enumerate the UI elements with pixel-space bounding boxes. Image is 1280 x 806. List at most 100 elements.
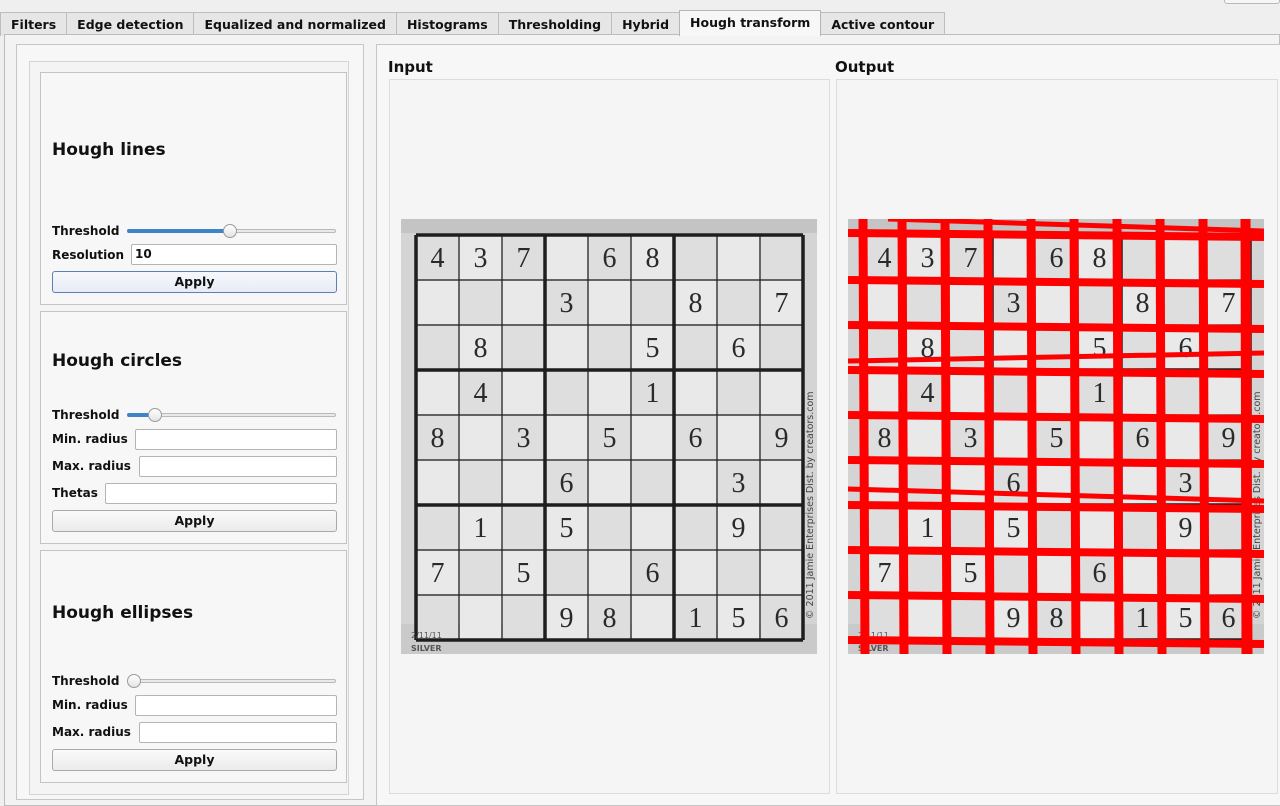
sudoku-cell xyxy=(718,281,759,324)
sudoku-digit: 8 xyxy=(474,333,488,364)
hough-detected-horizontal-line xyxy=(848,229,1264,241)
hough-lines-resolution-input[interactable]: 10 xyxy=(131,244,337,265)
hough-ellipses-threshold-label: Threshold xyxy=(52,674,120,688)
hough-lines-threshold-slider[interactable] xyxy=(127,224,336,238)
sudoku-digit: 7 xyxy=(878,558,892,589)
sudoku-digit: 7 xyxy=(964,243,978,274)
tab-hybrid[interactable]: Hybrid xyxy=(611,12,681,36)
sudoku-digit: 5 xyxy=(560,513,574,544)
sudoku-cell xyxy=(1165,551,1206,594)
hough-transform-panel: Hough lines Threshold Resolution 10 Appl… xyxy=(4,34,1280,806)
hough-ellipses-max-radius-input[interactable] xyxy=(139,722,337,743)
sudoku-cell xyxy=(761,236,802,279)
sudoku-digit: 9 xyxy=(1222,423,1236,454)
sudoku-cell xyxy=(546,326,587,369)
tab-filters[interactable]: Filters xyxy=(0,12,68,36)
tab-edge-detection[interactable]: Edge detection xyxy=(66,12,195,36)
controls-scroll-area: Hough lines Threshold Resolution 10 Appl… xyxy=(29,61,349,795)
sudoku-digit: 6 xyxy=(1093,558,1107,589)
sudoku-digit: 8 xyxy=(689,288,703,319)
sudoku-cell xyxy=(546,371,587,414)
hough-detected-horizontal-line xyxy=(848,456,1264,468)
sudoku-digit: 9 xyxy=(560,603,574,634)
hough-circles-max-radius-label: Max. radius xyxy=(52,459,131,473)
sudoku-digit: 5 xyxy=(732,603,746,634)
slider-handle[interactable] xyxy=(127,674,141,688)
sudoku-digit: 7 xyxy=(431,558,445,589)
hough-lines-resolution-label: Resolution xyxy=(52,248,125,262)
sudoku-digit: 8 xyxy=(1136,288,1150,319)
hough-ellipses-min-radius-label: Min. radius xyxy=(52,698,128,712)
sudoku-digit: 4 xyxy=(474,378,488,409)
input-view-label: Input xyxy=(388,58,433,76)
sudoku-cell xyxy=(632,461,673,504)
sudoku-cell xyxy=(675,371,716,414)
hough-lines-apply-button[interactable]: Apply xyxy=(52,271,337,293)
hough-ellipses-threshold-slider[interactable] xyxy=(127,674,336,688)
sudoku-digit: 8 xyxy=(646,243,660,274)
sudoku-digit: 7 xyxy=(775,288,789,319)
sudoku-cell xyxy=(503,281,544,324)
sudoku-cell xyxy=(589,461,630,504)
sudoku-digit: 7 xyxy=(517,243,531,274)
sudoku-cell xyxy=(718,236,759,279)
output-image: 4376838785641835696315975698156© 2011 Ja… xyxy=(848,219,1264,654)
tab-histograms[interactable]: Histograms xyxy=(395,12,499,36)
sudoku-cell xyxy=(761,371,802,414)
tab-active-contour[interactable]: Active contour xyxy=(820,12,946,36)
hough-lines-group: Hough lines Threshold Resolution 10 Appl… xyxy=(40,72,347,305)
tab-thresholding[interactable]: Thresholding xyxy=(497,12,613,36)
sudoku-digit: 3 xyxy=(921,243,935,274)
hough-detected-horizontal-line xyxy=(848,366,1264,378)
sudoku-digit: 4 xyxy=(431,243,445,274)
sudoku-cell xyxy=(460,461,501,504)
sudoku-digit: 5 xyxy=(964,558,978,589)
sudoku-digit: 5 xyxy=(1093,333,1107,364)
sudoku-cell xyxy=(417,326,458,369)
sudoku-cell xyxy=(589,281,630,324)
hough-circles-threshold-slider[interactable] xyxy=(127,408,336,422)
sudoku-digit: 1 xyxy=(689,603,703,634)
hough-circles-apply-button[interactable]: Apply xyxy=(52,510,337,532)
hough-circles-thetas-input[interactable] xyxy=(105,483,337,504)
sudoku-cell xyxy=(761,326,802,369)
sudoku-digit: 5 xyxy=(1050,423,1064,454)
hough-circles-min-radius-input[interactable] xyxy=(135,429,337,450)
sudoku-cell xyxy=(632,596,673,639)
sudoku-digit: 6 xyxy=(1222,603,1236,634)
sudoku-cell xyxy=(589,551,630,594)
hough-detected-horizontal-line xyxy=(848,546,1264,558)
tab-equalized-and-normalized[interactable]: Equalized and normalized xyxy=(193,12,397,36)
sudoku-digit: 6 xyxy=(775,603,789,634)
sudoku-digit: 6 xyxy=(1136,423,1150,454)
sudoku-cell xyxy=(1079,596,1120,639)
hough-detected-horizontal-line xyxy=(848,591,1264,603)
tab-hough-transform[interactable]: Hough transform xyxy=(679,10,822,36)
slider-handle[interactable] xyxy=(148,408,163,422)
sudoku-digit: 9 xyxy=(1007,603,1021,634)
sudoku-digit: 3 xyxy=(560,288,574,319)
sudoku-digit: 5 xyxy=(603,423,617,454)
hough-lines-threshold-label: Threshold xyxy=(52,224,120,238)
slider-handle[interactable] xyxy=(222,224,237,238)
sudoku-digit: 9 xyxy=(732,513,746,544)
sudoku-cell xyxy=(417,506,458,549)
sudoku-cell xyxy=(907,596,948,639)
sudoku-digit: 6 xyxy=(732,333,746,364)
sudoku-digit: 8 xyxy=(878,423,892,454)
hough-circles-max-radius-input[interactable] xyxy=(139,456,337,477)
sudoku-cell xyxy=(675,551,716,594)
sudoku-cell xyxy=(761,461,802,504)
hough-circles-thetas-label: Thetas xyxy=(52,486,98,500)
sudoku-cell xyxy=(675,236,716,279)
sudoku-digit: 3 xyxy=(1179,468,1193,499)
sudoku-digit: 1 xyxy=(474,513,488,544)
sudoku-digit: 3 xyxy=(732,468,746,499)
sudoku-digit: 8 xyxy=(431,423,445,454)
hough-circles-min-radius-label: Min. radius xyxy=(52,432,128,446)
sudoku-digit: 3 xyxy=(474,243,488,274)
hough-ellipses-min-radius-input[interactable] xyxy=(135,695,337,716)
hough-ellipses-apply-button[interactable]: Apply xyxy=(52,749,337,771)
window-control[interactable] xyxy=(1224,0,1280,4)
sudoku-digit: 6 xyxy=(646,558,660,589)
